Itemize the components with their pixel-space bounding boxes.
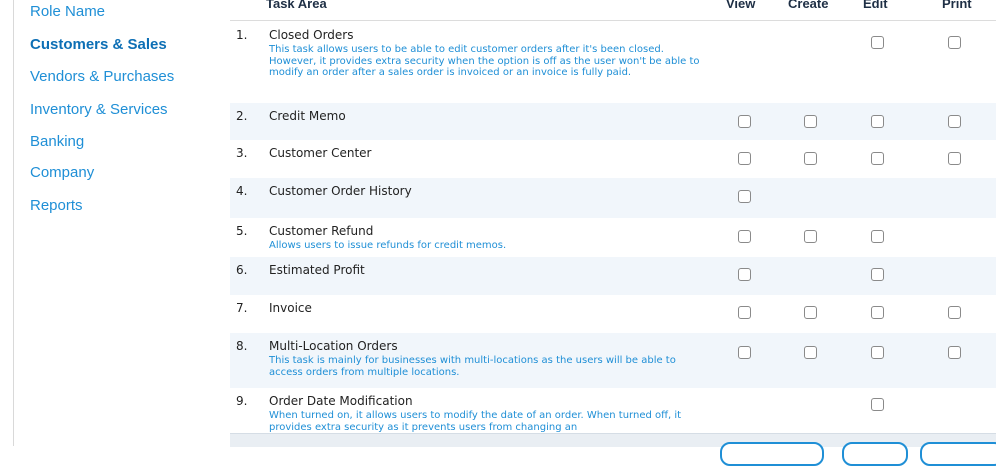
sidebar-item-vendors-purchases[interactable]: Vendors & Purchases (30, 68, 174, 85)
row-number: 9. (236, 394, 248, 408)
table-row: 5. Customer Refund Allows users to issue r… (230, 218, 996, 257)
table-row: 3. Customer Center (230, 140, 996, 178)
print-checkbox[interactable] (948, 346, 961, 359)
view-checkbox[interactable] (738, 230, 751, 243)
edit-checkbox[interactable] (871, 346, 884, 359)
edit-checkbox[interactable] (871, 230, 884, 243)
row-title: Customer Refund (269, 224, 374, 238)
footer-bar (230, 433, 996, 466)
sidebar-divider (13, 0, 14, 446)
table-row: 4. Customer Order History (230, 178, 996, 218)
row-title: Closed Orders (269, 28, 354, 42)
header-edit: Edit (863, 0, 888, 11)
view-checkbox[interactable] (738, 115, 751, 128)
create-checkbox[interactable] (804, 230, 817, 243)
sidebar-item-company[interactable]: Company (30, 164, 94, 181)
row-description: This task allows users to be able to edi… (269, 44, 700, 78)
edit-checkbox[interactable] (871, 152, 884, 165)
row-description: This task is mainly for businesses with … (269, 355, 676, 378)
row-title: Multi-Location Orders (269, 339, 398, 353)
edit-checkbox[interactable] (871, 306, 884, 319)
row-description: Allows users to issue refunds for credit… (269, 240, 507, 251)
create-checkbox[interactable] (804, 152, 817, 165)
create-checkbox[interactable] (804, 306, 817, 319)
create-checkbox[interactable] (804, 346, 817, 359)
header-task-area: Task Area (266, 0, 327, 11)
row-number: 3. (236, 146, 248, 160)
row-description: When turned on, it allows users to modif… (269, 410, 682, 433)
view-checkbox[interactable] (738, 346, 751, 359)
print-checkbox[interactable] (948, 115, 961, 128)
header-create: Create (788, 0, 829, 11)
table-row: 7. Invoice (230, 295, 996, 333)
row-number: 7. (236, 301, 248, 315)
view-checkbox[interactable] (738, 152, 751, 165)
row-title: Customer Center (269, 146, 372, 160)
permissions-table: Task Area View Create Edit Print 1. Close… (230, 0, 996, 446)
sidebar-item-role-name[interactable]: Role Name (30, 3, 105, 20)
row-title: Customer Order History (269, 184, 412, 198)
table-row: 9. Order Date Modification When turned on,… (230, 388, 996, 438)
sidebar-item-banking[interactable]: Banking (30, 133, 84, 150)
table-header: Task Area View Create Edit Print (230, 0, 996, 21)
row-title: Order Date Modification (269, 394, 413, 408)
view-checkbox[interactable] (738, 268, 751, 281)
sidebar: Role Name Customers & Sales Vendors & Pu… (0, 0, 220, 446)
sidebar-item-customers-sales[interactable]: Customers & Sales (30, 36, 167, 53)
view-checkbox[interactable] (738, 306, 751, 319)
print-checkbox[interactable] (948, 306, 961, 319)
row-number: 4. (236, 184, 248, 198)
row-title: Estimated Profit (269, 263, 365, 277)
table-row: 8. Multi-Location Orders This task is main… (230, 333, 996, 388)
view-checkbox[interactable] (738, 190, 751, 203)
edit-checkbox[interactable] (871, 398, 884, 411)
edit-checkbox[interactable] (871, 115, 884, 128)
row-title: Invoice (269, 301, 312, 315)
row-number: 2. (236, 109, 248, 123)
row-number: 8. (236, 339, 248, 353)
table-row: 2. Credit Memo (230, 103, 996, 140)
print-checkbox[interactable] (948, 36, 961, 49)
edit-checkbox[interactable] (871, 268, 884, 281)
header-print: Print (942, 0, 972, 11)
row-number: 6. (236, 263, 248, 277)
row-number: 1. (236, 28, 248, 42)
edit-checkbox[interactable] (871, 36, 884, 49)
row-number: 5. (236, 224, 248, 238)
header-view: View (726, 0, 756, 11)
table-row: 1. Closed Orders This task allows users to… (230, 22, 996, 103)
print-checkbox[interactable] (948, 152, 961, 165)
sidebar-item-reports[interactable]: Reports (30, 197, 83, 214)
create-checkbox[interactable] (804, 115, 817, 128)
row-title: Credit Memo (269, 109, 346, 123)
table-row: 6. Estimated Profit (230, 257, 996, 295)
sidebar-item-inventory-services[interactable]: Inventory & Services (30, 101, 168, 118)
